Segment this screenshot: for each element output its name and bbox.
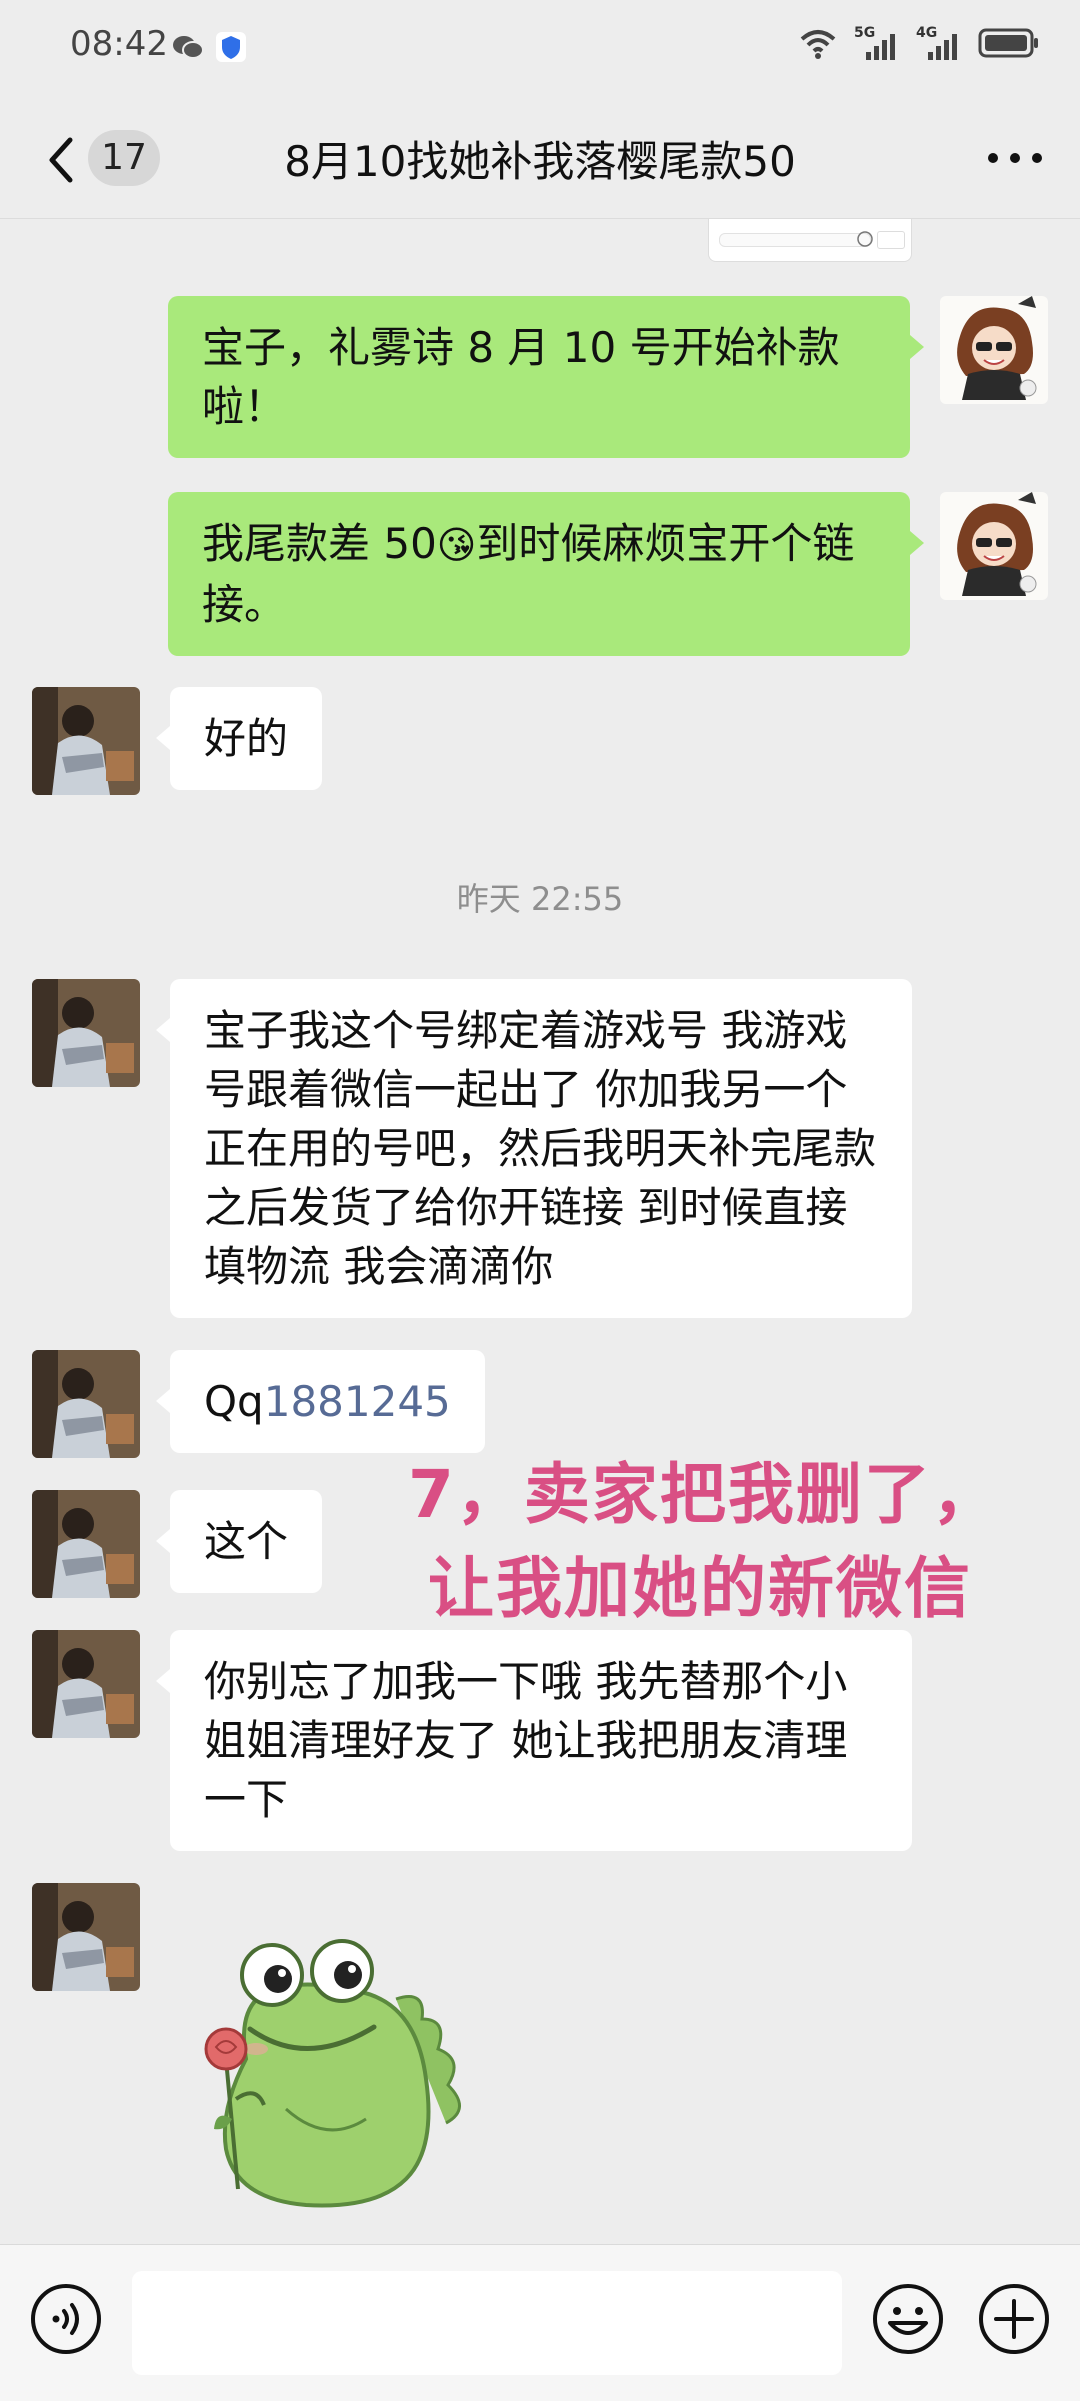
bubble-tail — [156, 1669, 170, 1693]
contact-avatar[interactable] — [32, 979, 140, 1087]
contact-message-bubble[interactable]: 这个 — [170, 1490, 323, 1593]
my-message-bubble[interactable]: 宝子，礼雾诗 8 月 10 号开始补款啦！ — [168, 296, 910, 458]
contact-message-bubble[interactable]: 你别忘了加我一下哦 我先替那个小姐姐清理好友了 她让我把朋友清理一下 — [170, 1630, 912, 1851]
annotation-line-1: 7，卖家把我删了， — [408, 1456, 1000, 1533]
contact-avatar[interactable] — [32, 1630, 140, 1738]
message-text: 宝子我这个号绑定着游戏号 我游戏号跟着微信一起出了 你加我另一个正在用的号吧，然… — [204, 1006, 877, 1291]
contact-avatar[interactable] — [32, 1883, 140, 1991]
message-text: 我尾款差 50 — [202, 519, 437, 568]
voice-icon[interactable] — [28, 2281, 104, 2357]
message-timestamp: 昨天 22:55 — [456, 880, 624, 918]
qq-number-link[interactable]: 1881245 — [264, 1377, 451, 1426]
shield-icon — [216, 32, 246, 62]
status-bar: 08:42 5G 4G — [0, 0, 1080, 100]
plus-icon[interactable] — [976, 2281, 1052, 2357]
my-avatar[interactable] — [940, 492, 1048, 600]
my-message-bubble[interactable]: 我尾款差 50😘到时候麻烦宝开个链接。 — [168, 492, 910, 656]
chevron-left-icon[interactable] — [40, 130, 80, 190]
bubble-tail — [156, 1018, 170, 1042]
annotation-line-2: 让我加她的新微信 — [428, 1550, 972, 1627]
contact-avatar[interactable] — [32, 1490, 140, 1598]
status-time: 08:42 — [70, 24, 168, 64]
message-input[interactable] — [132, 2271, 842, 2375]
bubble-tail — [910, 531, 924, 555]
emoji-icon[interactable] — [870, 2281, 946, 2357]
unread-count-badge[interactable]: 17 — [88, 130, 160, 186]
previous-message-card[interactable] — [708, 219, 912, 262]
bubble-tail — [156, 1529, 170, 1553]
chat-message-list[interactable]: 宝子，礼雾诗 8 月 10 号开始补款啦！ 我尾款差 50😘到时候麻烦宝开个链接… — [0, 219, 1080, 2244]
message-text: 宝子，礼雾诗 8 月 10 号开始补款啦！ — [202, 323, 840, 431]
bubble-tail — [156, 1389, 170, 1413]
message-text: 这个 — [204, 1517, 289, 1566]
message-text: Qq — [204, 1377, 264, 1426]
contact-message-bubble[interactable]: 好的 — [170, 687, 323, 790]
chat-header: 17 8月10找她补我落樱尾款50 — [0, 100, 1080, 219]
message-text: 你别忘了加我一下哦 我先替那个小姐姐清理好友了 她让我把朋友清理一下 — [204, 1657, 848, 1824]
contact-message-bubble[interactable]: Qq1881245 — [170, 1350, 485, 1453]
signal-4g-icon: 4G — [916, 26, 962, 60]
wechat-icon — [173, 36, 204, 59]
status-icons: 5G 4G — [798, 26, 1040, 60]
emoji-kiss-icon: 😘 — [436, 523, 477, 567]
bubble-tail — [910, 335, 924, 359]
battery-icon — [978, 28, 1038, 58]
contact-avatar[interactable] — [32, 1350, 140, 1458]
input-bar — [0, 2244, 1080, 2401]
contact-message-bubble[interactable]: 宝子我这个号绑定着游戏号 我游戏号跟着微信一起出了 你加我另一个正在用的号吧，然… — [170, 979, 912, 1318]
contact-avatar[interactable] — [32, 687, 140, 795]
emoji-icon — [857, 231, 873, 247]
message-text: 好的 — [204, 714, 289, 763]
wifi-icon — [800, 30, 836, 59]
more-horizontal-icon[interactable] — [980, 140, 1050, 176]
bubble-tail — [156, 726, 170, 750]
my-avatar[interactable] — [940, 296, 1048, 404]
frog-holding-rose-sticker[interactable] — [186, 1909, 476, 2219]
chat-title: 8月10找她补我落樱尾款50 — [284, 137, 796, 186]
signal-5g-icon: 5G — [854, 26, 900, 60]
